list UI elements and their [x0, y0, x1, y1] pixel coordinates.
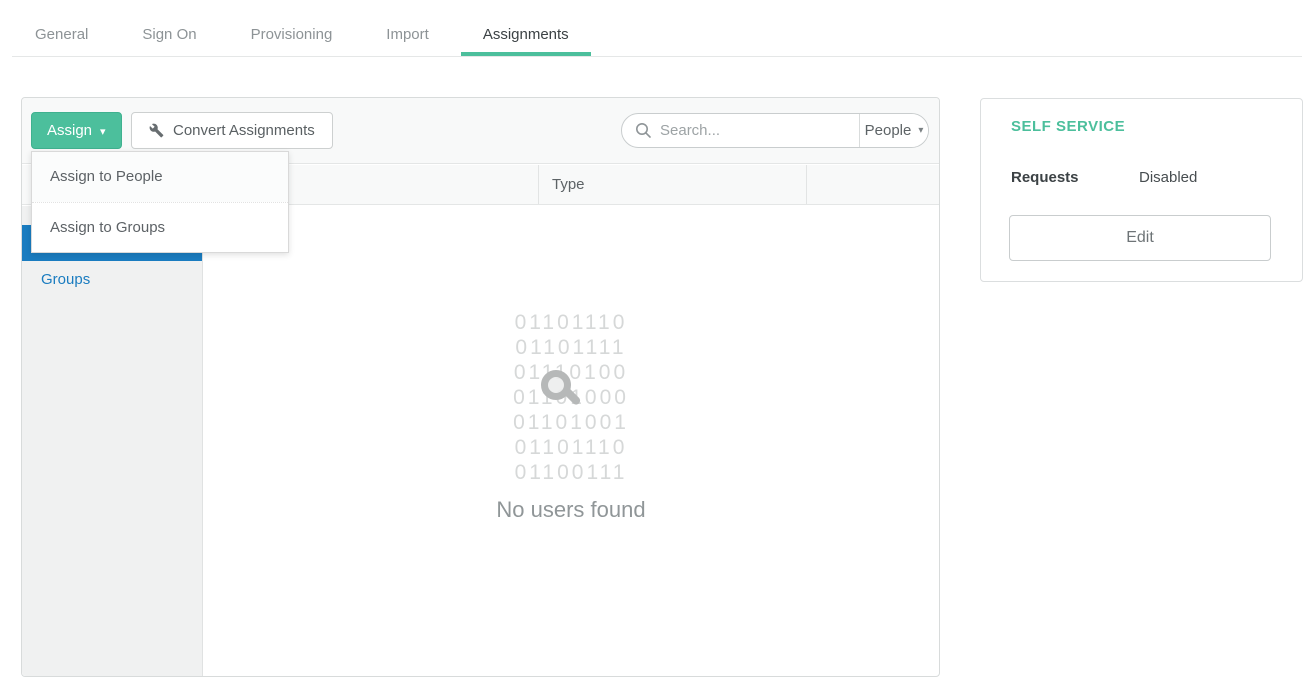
tab-assignments[interactable]: Assignments [461, 14, 591, 56]
app-tabs: General Sign On Provisioning Import Assi… [13, 14, 591, 56]
binary-line: 01100111 [513, 460, 629, 485]
tab-provisioning[interactable]: Provisioning [229, 14, 355, 56]
binary-art: 01101110 01101111 01110100 01101000 0110… [513, 310, 629, 485]
chevron-down-icon: ▾ [100, 126, 106, 138]
convert-assignments-button[interactable]: Convert Assignments [131, 112, 333, 149]
self-service-title: SELF SERVICE [1011, 118, 1125, 135]
sidebar-item-groups[interactable]: Groups [22, 261, 202, 298]
convert-assignments-label: Convert Assignments [173, 122, 315, 139]
empty-state-message: No users found [203, 497, 939, 523]
search-input[interactable] [660, 122, 859, 139]
column-header-actions [806, 165, 939, 204]
binary-line: 01101110 [513, 435, 629, 460]
tabs-divider [12, 56, 1302, 57]
search-bar: People ▾ [621, 113, 929, 148]
menu-item-assign-to-people[interactable]: Assign to People [32, 152, 288, 202]
tab-sign-on[interactable]: Sign On [120, 14, 218, 56]
search-field-wrap [622, 114, 859, 147]
binary-line: 01101001 [513, 410, 629, 435]
tab-general[interactable]: General [13, 14, 110, 56]
wrench-icon [149, 123, 164, 138]
binary-line: 01110100 [513, 360, 629, 385]
tab-import[interactable]: Import [364, 14, 451, 56]
assignments-content: 01101110 01101111 01110100 01101000 0110… [203, 206, 939, 676]
assign-dropdown-menu: Assign to People Assign to Groups [31, 151, 289, 253]
assignments-panel: Assign ▾ Convert Assignments People ▾ Typ… [21, 97, 940, 677]
search-icon [635, 122, 652, 139]
filter-sidebar: People Groups [22, 206, 203, 676]
menu-item-assign-to-groups[interactable]: Assign to Groups [32, 202, 288, 252]
binary-line: 01101110 [513, 310, 629, 335]
self-service-panel: SELF SERVICE Requests Disabled Edit [980, 98, 1303, 282]
magnifier-icon [541, 370, 571, 400]
binary-line: 01101111 [513, 335, 629, 360]
empty-state: 01101110 01101111 01110100 01101000 0110… [203, 310, 939, 523]
search-scope-value: People [865, 122, 912, 139]
edit-button[interactable]: Edit [1009, 215, 1271, 261]
requests-value: Disabled [1139, 169, 1197, 186]
requests-label: Requests [1011, 169, 1079, 186]
chevron-down-icon: ▾ [918, 125, 923, 136]
assign-button[interactable]: Assign ▾ [31, 112, 122, 149]
assign-button-label: Assign [47, 122, 92, 139]
column-header-type[interactable]: Type [538, 165, 806, 204]
search-scope-dropdown[interactable]: People ▾ [859, 114, 928, 147]
